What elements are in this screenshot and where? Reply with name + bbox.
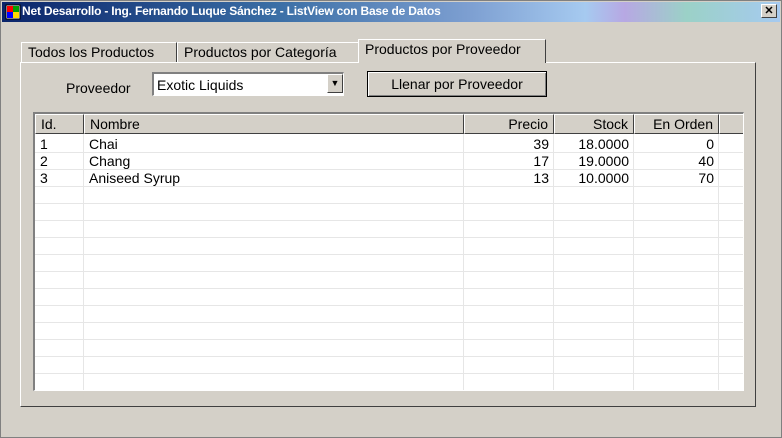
table-row[interactable]: 2 Chang 17 19.0000 40 — [35, 153, 743, 170]
cell-stock: 10.0000 — [578, 170, 629, 186]
window-title: Net Desarrollo - Ing. Fernando Luque Sán… — [22, 4, 441, 18]
chevron-down-icon: ▼ — [330, 78, 340, 88]
grid-hline — [35, 220, 743, 221]
column-header-nombre[interactable]: Nombre — [84, 114, 464, 134]
cell-nombre: Chai — [89, 136, 118, 152]
column-header-precio[interactable]: Precio — [464, 114, 554, 134]
column-header-filler — [719, 114, 743, 134]
llenar-por-proveedor-button[interactable]: Llenar por Proveedor — [367, 71, 547, 97]
grid-hline — [35, 237, 743, 238]
dropdown-button[interactable]: ▼ — [327, 74, 343, 93]
tab-productos-por-categoria[interactable]: Productos por Categoría — [177, 42, 359, 62]
close-button[interactable]: ✕ — [761, 4, 777, 18]
tab-todos-los-productos[interactable]: Todos los Productos — [21, 42, 177, 62]
grid-hline — [35, 203, 743, 204]
listview-header: Id. Nombre Precio Stock En Orden — [35, 114, 743, 134]
cell-en-orden: 70 — [698, 170, 714, 186]
main-window: Net Desarrollo - Ing. Fernando Luque Sán… — [0, 0, 782, 438]
grid-hline — [35, 271, 743, 272]
cell-precio: 17 — [533, 153, 549, 169]
app-window-icon — [5, 4, 21, 20]
title-bar[interactable]: Net Desarrollo - Ing. Fernando Luque Sán… — [2, 2, 780, 22]
tab-label: Productos por Categoría — [184, 44, 337, 60]
cell-id: 3 — [40, 170, 48, 186]
proveedor-selected-value: Exotic Liquids — [157, 77, 244, 93]
grid-hline — [35, 254, 743, 255]
grid-hline — [35, 322, 743, 323]
grid-hline — [35, 373, 743, 374]
tab-productos-por-proveedor[interactable]: Productos por Proveedor — [358, 39, 546, 63]
column-header-stock[interactable]: Stock — [554, 114, 634, 134]
grid-hline — [35, 288, 743, 289]
cell-stock: 19.0000 — [578, 153, 629, 169]
cell-stock: 18.0000 — [578, 136, 629, 152]
proveedor-label: Proveedor — [66, 80, 131, 96]
close-icon: ✕ — [764, 5, 774, 17]
cell-en-orden: 40 — [698, 153, 714, 169]
column-header-id[interactable]: Id. — [35, 114, 84, 134]
tab-label: Todos los Productos — [28, 44, 155, 60]
cell-nombre: Chang — [89, 153, 131, 169]
grid-hline — [35, 390, 744, 391]
grid-hline — [35, 305, 743, 306]
cell-precio: 13 — [533, 170, 549, 186]
cell-nombre: Aniseed Syrup — [89, 170, 181, 186]
cell-en-orden: 0 — [706, 136, 714, 152]
grid-hline — [35, 339, 743, 340]
products-listview[interactable]: Id. Nombre Precio Stock En Orden 1 Chai … — [33, 112, 744, 391]
column-header-en-orden[interactable]: En Orden — [634, 114, 719, 134]
cell-id: 1 — [40, 136, 48, 152]
table-row[interactable]: 3 Aniseed Syrup 13 10.0000 70 — [35, 170, 743, 187]
cell-precio: 39 — [533, 136, 549, 152]
proveedor-select[interactable]: Exotic Liquids ▼ — [152, 72, 344, 96]
table-row[interactable]: 1 Chai 39 18.0000 0 — [35, 136, 743, 153]
tab-label: Productos por Proveedor — [365, 41, 521, 57]
grid-hline — [35, 356, 743, 357]
cell-id: 2 — [40, 153, 48, 169]
